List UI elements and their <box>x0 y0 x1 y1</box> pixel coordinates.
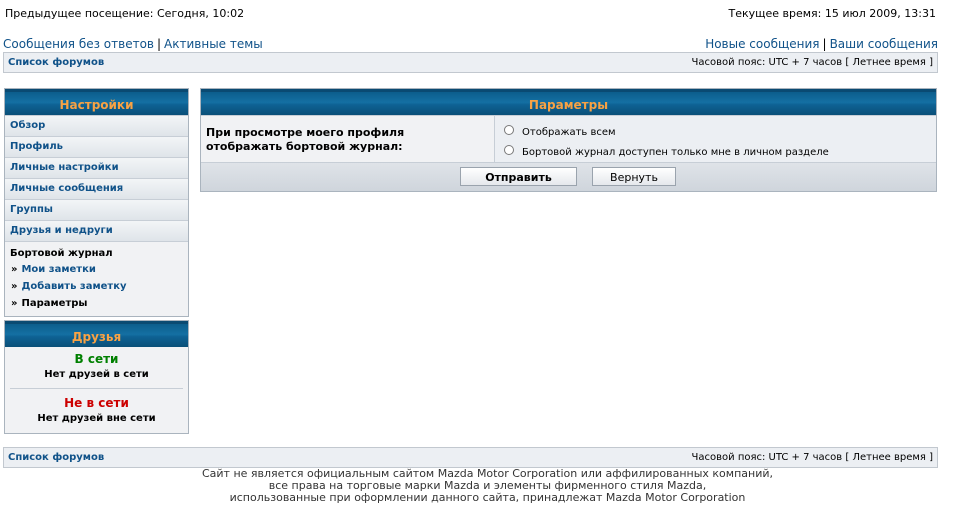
friends-offline-label: Не в сети <box>64 396 129 410</box>
forum-list-link[interactable]: Список форумов <box>8 53 104 72</box>
last-visit-text: Предыдущее посещение: Сегодня, 10:02 <box>5 7 245 20</box>
radio-only-me[interactable] <box>504 145 514 155</box>
journal-visibility-options: Отображать всем Бортовой журнал доступен… <box>495 116 936 162</box>
option-only-me-label: Бортовой журнал доступен только мне в ли… <box>522 146 829 158</box>
radio-show-all[interactable] <box>504 125 514 135</box>
menu-active-section: Бортовой журнал » Мои заметки » Добавить з… <box>5 241 188 316</box>
breadcrumb-bar-top: Список форумов Часовой пояс: UTC + 7 час… <box>3 52 938 73</box>
menu-item-overview[interactable]: Обзор <box>5 115 188 136</box>
add-note-link[interactable]: Добавить заметку <box>21 281 126 292</box>
breadcrumb-bar-bottom: Список форумов Часовой пояс: UTC + 7 час… <box>3 447 938 468</box>
parameters-current: Параметры <box>21 298 88 309</box>
nav-separator: | <box>822 37 827 51</box>
option-show-all-label: Отображать всем <box>522 126 616 138</box>
active-topics-link[interactable]: Активные темы <box>164 37 263 51</box>
friends-offline-block: Не в сети Нет друзей вне сети <box>5 389 188 424</box>
menu-item-friends-foes[interactable]: Друзья и недруги <box>5 220 188 241</box>
menu-item-personal-settings[interactable]: Личные настройки <box>5 157 188 178</box>
submit-button[interactable]: Отправить <box>460 167 577 186</box>
footer-disclaimer: Сайт не является официальным сайтом Mazd… <box>0 468 975 504</box>
sub-item-my-notes: » Мои заметки <box>10 261 188 278</box>
nav-separator: | <box>157 37 162 51</box>
friends-online-label: В сети <box>74 352 119 366</box>
arrow-icon: » <box>11 298 18 309</box>
footer-line-3: использованные при оформлении данного са… <box>229 491 746 504</box>
journal-visibility-row: При просмотре моего профиля отображать б… <box>201 115 936 162</box>
friends-title: Друзья <box>5 321 188 347</box>
reset-button[interactable]: Вернуть <box>592 167 676 186</box>
parameters-title: Параметры <box>201 89 936 115</box>
friends-online-text: Нет друзей в сети <box>44 369 149 380</box>
current-time-text: Текущее время: 15 июл 2009, 13:31 <box>728 7 936 20</box>
question-line-2: отображать бортовой журнал: <box>206 140 403 153</box>
sub-item-add-note: » Добавить заметку <box>10 278 188 295</box>
settings-menu-title: Настройки <box>5 89 188 115</box>
option-only-me[interactable]: Бортовой журнал доступен только мне в ли… <box>495 142 936 162</box>
my-notes-link[interactable]: Мои заметки <box>21 264 95 275</box>
settings-menu: Настройки Обзор Профиль Личные настройки… <box>4 88 189 317</box>
friends-offline-text: Нет друзей вне сети <box>37 413 156 424</box>
arrow-icon: » <box>11 264 18 275</box>
your-posts-link[interactable]: Ваши сообщения <box>830 37 938 51</box>
arrow-icon: » <box>11 281 18 292</box>
new-posts-link[interactable]: Новые сообщения <box>705 37 819 51</box>
question-line-1: При просмотре моего профиля <box>206 126 405 139</box>
parameters-panel: Параметры При просмотре моего профиля от… <box>200 88 937 192</box>
menu-item-private-messages[interactable]: Личные сообщения <box>5 178 188 199</box>
active-section-title: Бортовой журнал <box>10 248 113 259</box>
nav-right: Новые сообщения | Ваши сообщения <box>705 37 938 51</box>
menu-item-groups[interactable]: Группы <box>5 199 188 220</box>
nav-left: Сообщения без ответов | Активные темы <box>3 37 263 51</box>
unanswered-posts-link[interactable]: Сообщения без ответов <box>3 37 154 51</box>
timezone-text-bottom: Часовой пояс: UTC + 7 часов [ Летнее вре… <box>691 452 933 463</box>
sub-item-parameters: » Параметры <box>10 295 188 312</box>
journal-visibility-question: При просмотре моего профиля отображать б… <box>201 116 495 162</box>
forum-list-link-bottom[interactable]: Список форумов <box>8 448 104 467</box>
button-row: Отправить Вернуть <box>201 162 936 191</box>
timezone-text: Часовой пояс: UTC + 7 часов [ Летнее вре… <box>691 57 933 68</box>
friends-online-block: В сети Нет друзей в сети <box>5 347 188 380</box>
menu-item-profile[interactable]: Профиль <box>5 136 188 157</box>
option-show-all[interactable]: Отображать всем <box>495 122 936 142</box>
friends-box: Друзья В сети Нет друзей в сети Не в сет… <box>4 320 189 434</box>
